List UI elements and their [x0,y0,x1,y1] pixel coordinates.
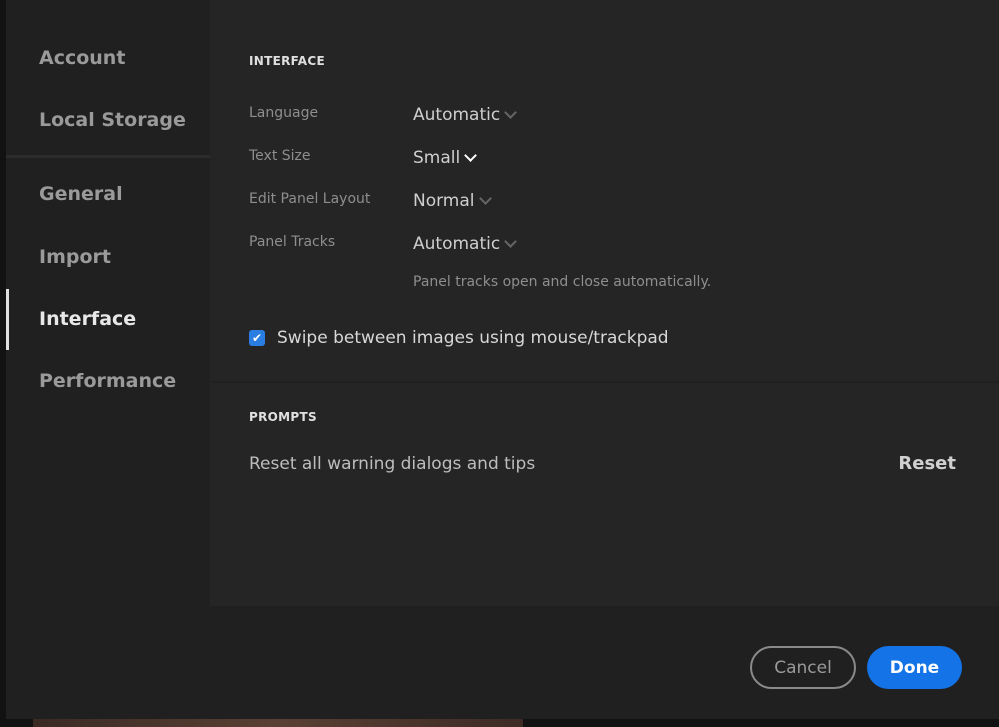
reset-prompts-label: Reset all warning dialogs and tips [249,454,536,474]
settings-panel: INTERFACE Language Automatic Text Size S… [210,0,999,606]
sidebar-item-local-storage[interactable]: Local Storage [39,109,186,131]
sidebar: Account Local Storage General Import Int… [6,0,210,606]
sidebar-item-interface[interactable]: Interface [39,308,136,330]
chevron-down-icon [504,235,518,248]
text-size-dropdown[interactable]: Small [413,148,478,168]
language-dropdown[interactable]: Automatic [413,105,518,125]
sidebar-item-general[interactable]: General [39,183,123,205]
text-size-value: Small [413,148,461,168]
sidebar-item-performance[interactable]: Performance [39,370,176,392]
reset-button[interactable]: Reset [898,453,956,474]
done-button[interactable]: Done [867,646,962,689]
language-value: Automatic [413,105,501,125]
sidebar-item-import[interactable]: Import [39,246,111,268]
panel-tracks-dropdown[interactable]: Automatic [413,234,518,254]
swipe-label[interactable]: Swipe between images using mouse/trackpa… [277,328,669,348]
chevron-down-icon [464,149,478,162]
language-label: Language [249,105,319,121]
preferences-dialog: Account Local Storage General Import Int… [6,0,999,719]
swipe-checkbox[interactable]: ✔ [249,330,265,346]
edit-panel-layout-dropdown[interactable]: Normal [413,191,492,211]
panel-tracks-label: Panel Tracks [249,234,336,250]
interface-heading: INTERFACE [249,54,325,68]
sidebar-item-account[interactable]: Account [39,47,125,69]
background-photo [33,719,523,727]
active-indicator [6,289,9,350]
prompts-heading: PROMPTS [249,410,317,424]
sidebar-divider [6,155,210,158]
checkmark-icon: ✔ [251,331,263,345]
section-divider [210,381,999,383]
cancel-button[interactable]: Cancel [750,646,856,689]
chevron-down-icon [478,192,492,205]
chevron-down-icon [504,106,518,119]
edit-panel-layout-label: Edit Panel Layout [249,191,371,207]
edit-panel-layout-value: Normal [413,191,475,211]
text-size-label: Text Size [249,148,311,164]
panel-tracks-hint: Panel tracks open and close automaticall… [413,274,712,290]
panel-tracks-value: Automatic [413,234,501,254]
